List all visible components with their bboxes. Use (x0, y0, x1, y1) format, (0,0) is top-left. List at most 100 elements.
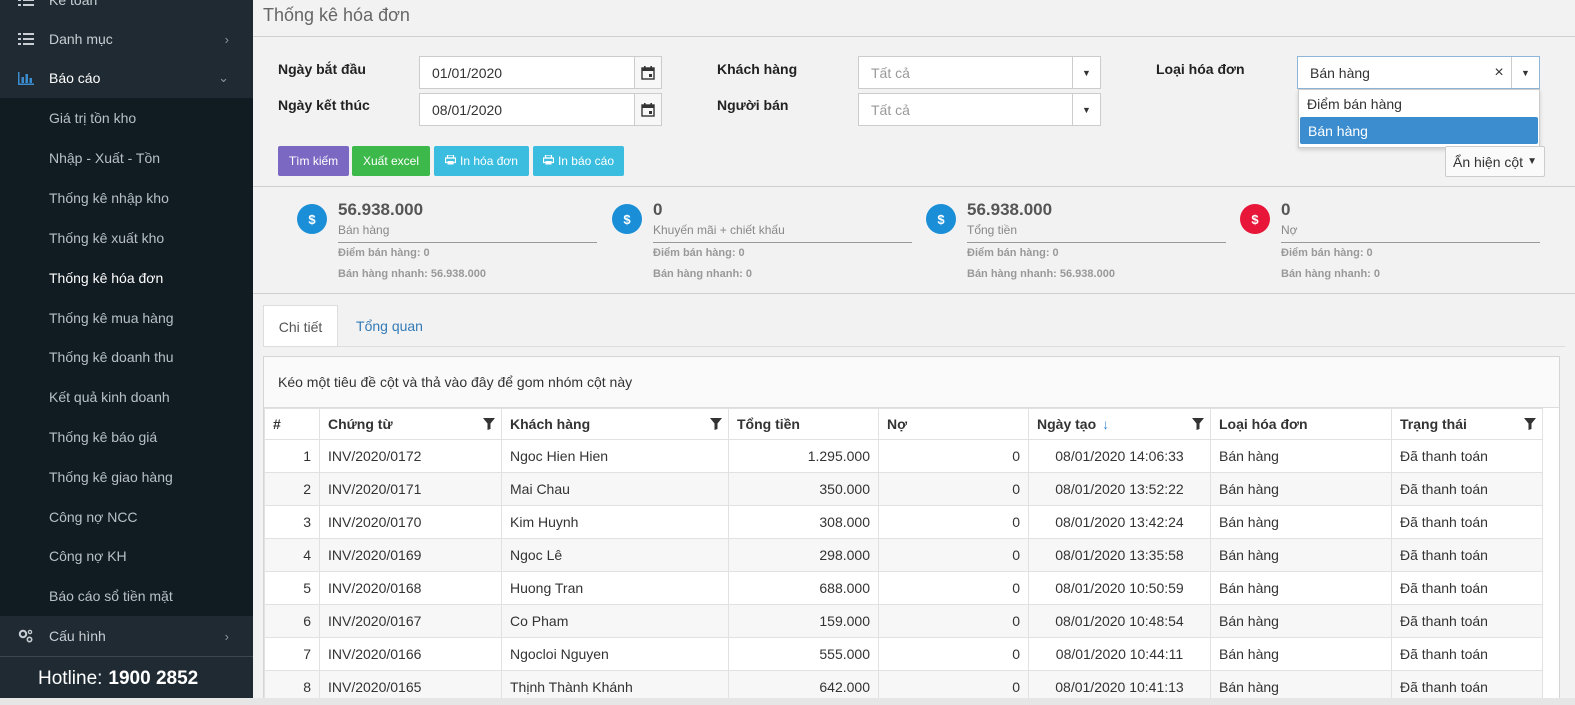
column-header[interactable]: Tổng tiền (728, 408, 879, 440)
summary-label: Tổng tiền (967, 223, 1018, 237)
summary-line (967, 242, 1226, 243)
cell-index: 6 (264, 604, 320, 638)
cell-type: Bán hàng (1210, 472, 1392, 506)
filter-icon[interactable] (483, 417, 495, 433)
calendar-icon[interactable] (634, 57, 661, 88)
toggle-columns-button[interactable]: Ẩn hiện cột ▼ (1445, 146, 1545, 177)
cell-type: Bán hàng (1210, 439, 1392, 473)
invoice-type-value: Bán hàng (1310, 64, 1370, 81)
invoice-type-dropdown: Điểm bán hàng Bán hàng (1298, 89, 1540, 148)
column-header[interactable]: Ngày tạo ↓ (1028, 408, 1211, 440)
sidebar-subitem[interactable]: Giá trị tồn kho (0, 98, 253, 138)
clear-icon[interactable]: × (1487, 64, 1511, 82)
summary-divider (253, 293, 1575, 294)
table-row[interactable]: 6 INV/2020/0167 Co Pham 159.000 0 08/01/… (264, 604, 1543, 638)
caret-down-icon[interactable]: ▼ (1072, 57, 1100, 88)
hotline-label: Hotline: (38, 667, 103, 689)
sidebar-subitem[interactable]: Công nợ KH (0, 536, 253, 576)
cell-created: 08/01/2020 10:44:11 (1028, 637, 1211, 671)
caret-down-icon[interactable]: ▼ (1511, 57, 1539, 88)
title-divider (253, 36, 1575, 37)
cell-debt: 0 (878, 472, 1029, 506)
sidebar-item-accounting[interactable]: Kế toán (0, 0, 253, 20)
dropdown-option-selected[interactable]: Bán hàng (1300, 117, 1538, 144)
calendar-icon[interactable] (634, 94, 661, 125)
table-row[interactable]: 1 INV/2020/0172 Ngoc Hien Hien 1.295.000… (264, 439, 1543, 473)
dropdown-option[interactable]: Điểm bán hàng (1299, 90, 1539, 117)
sidebar-subitem[interactable]: Thống kê xuất kho (0, 218, 253, 258)
end-date-label: Ngày kết thúc (278, 97, 370, 113)
cell-status: Đã thanh toán (1391, 571, 1543, 605)
filter-icon[interactable] (1192, 417, 1204, 433)
sidebar-item-config[interactable]: Cấu hình › (0, 616, 253, 656)
sidebar: Kế toán Danh mục › Báo cáo ⌄ Giá trị tồn… (0, 0, 253, 705)
summary-debt: $ 0 Nợ Điểm bán hàng: 0 Bán hàng nhanh: … (1240, 200, 1540, 290)
sidebar-subitem[interactable]: Thống kê báo giá (0, 417, 253, 457)
dollar-icon: $ (297, 204, 327, 234)
tab-detail[interactable]: Chi tiết (263, 305, 338, 347)
column-header[interactable]: Chứng từ (319, 408, 502, 440)
cell-total: 555.000 (728, 637, 879, 671)
cell-customer: Co Pham (501, 604, 729, 638)
page-title: Thống kê hóa đơn (263, 5, 410, 25)
cell-debt: 0 (878, 505, 1029, 539)
sidebar-subitem[interactable]: Báo cáo sổ tiền mặt (0, 576, 253, 616)
column-header[interactable]: Khách hàng (501, 408, 729, 440)
sidebar-subitem[interactable]: Thống kê doanh thu (0, 337, 253, 377)
sidebar-subitem[interactable]: Nhập - Xuất - Tồn (0, 138, 253, 178)
table-row[interactable]: 7 INV/2020/0166 Ngocloi Nguyen 555.000 0… (264, 637, 1543, 671)
cell-total: 159.000 (728, 604, 879, 638)
summary-label: Bán hàng (338, 223, 390, 237)
search-button[interactable]: Tìm kiếm (278, 146, 349, 176)
sidebar-subitem[interactable]: Thống kê giao hàng (0, 457, 253, 497)
cell-status: Đã thanh toán (1391, 505, 1543, 539)
table-row[interactable]: 4 INV/2020/0169 Ngoc Lê 298.000 0 08/01/… (264, 538, 1543, 572)
cell-debt: 0 (878, 604, 1029, 638)
start-date-label: Ngày bắt đầu (278, 61, 366, 77)
print-report-label: In báo cáo (557, 154, 615, 168)
column-header[interactable]: Trạng thái (1391, 408, 1543, 440)
customer-label: Khách hàng (717, 61, 798, 77)
table-row[interactable]: 2 INV/2020/0171 Mai Chau 350.000 0 08/01… (264, 472, 1543, 506)
sidebar-subitem[interactable]: Công nợ NCC (0, 497, 253, 537)
filter-icon[interactable] (710, 417, 722, 433)
start-date-input[interactable]: 01/01/2020 (419, 56, 662, 89)
sidebar-subitem-active[interactable]: Thống kê hóa đơn (0, 258, 253, 298)
summary-detail: Bán hàng nhanh: 56.938.000 (967, 268, 1115, 280)
start-date-value: 01/01/2020 (432, 64, 503, 81)
seller-select[interactable]: Tất cả ▼ (858, 93, 1101, 126)
sidebar-subitem[interactable]: Kết quả kinh doanh (0, 377, 253, 417)
cell-voucher: INV/2020/0171 (319, 472, 502, 506)
export-excel-button[interactable]: Xuất excel (352, 146, 430, 176)
sidebar-item-label: Danh mục (49, 31, 113, 47)
cell-index: 3 (264, 505, 320, 539)
column-header[interactable]: Loại hóa đơn (1210, 408, 1392, 440)
sort-down-icon[interactable]: ↓ (1102, 416, 1109, 432)
sidebar-item-label: Kế toán (49, 0, 98, 8)
summary-line (1281, 242, 1540, 243)
sidebar-item-catalog[interactable]: Danh mục › (0, 19, 253, 59)
horizontal-scrollbar[interactable] (0, 698, 1575, 705)
cell-type: Bán hàng (1210, 538, 1392, 572)
table-row[interactable]: 3 INV/2020/0170 Kim Huynh 308.000 0 08/0… (264, 505, 1543, 539)
group-drop-area[interactable]: Kéo một tiêu đề cột và thả vào đây để go… (264, 357, 1559, 408)
print-invoice-button[interactable]: In hóa đơn (434, 146, 529, 176)
caret-down-icon[interactable]: ▼ (1072, 94, 1100, 125)
end-date-input[interactable]: 08/01/2020 (419, 93, 662, 126)
customer-select[interactable]: Tất cả ▼ (858, 56, 1101, 89)
column-header[interactable]: # (264, 408, 320, 440)
tab-overview[interactable]: Tổng quan (342, 305, 437, 347)
sidebar-item-reports[interactable]: Báo cáo ⌄ (0, 58, 253, 98)
filter-icon[interactable] (1524, 417, 1536, 433)
table-row[interactable]: 5 INV/2020/0168 Huong Tran 688.000 0 08/… (264, 571, 1543, 605)
invoice-type-select[interactable]: Bán hàng × ▼ (1297, 56, 1540, 89)
summary-detail: Điểm bán hàng: 0 (1281, 247, 1373, 259)
sidebar-item-label: Cấu hình (49, 628, 106, 644)
print-report-button[interactable]: In báo cáo (533, 146, 624, 176)
sidebar-subitem[interactable]: Thống kê mua hàng (0, 298, 253, 338)
column-header[interactable]: Nợ (878, 408, 1029, 440)
cell-created: 08/01/2020 13:35:58 (1028, 538, 1211, 572)
cell-index: 4 (264, 538, 320, 572)
sidebar-subitem[interactable]: Thống kê nhập kho (0, 178, 253, 218)
summary-detail: Bán hàng nhanh: 56.938.000 (338, 268, 486, 280)
